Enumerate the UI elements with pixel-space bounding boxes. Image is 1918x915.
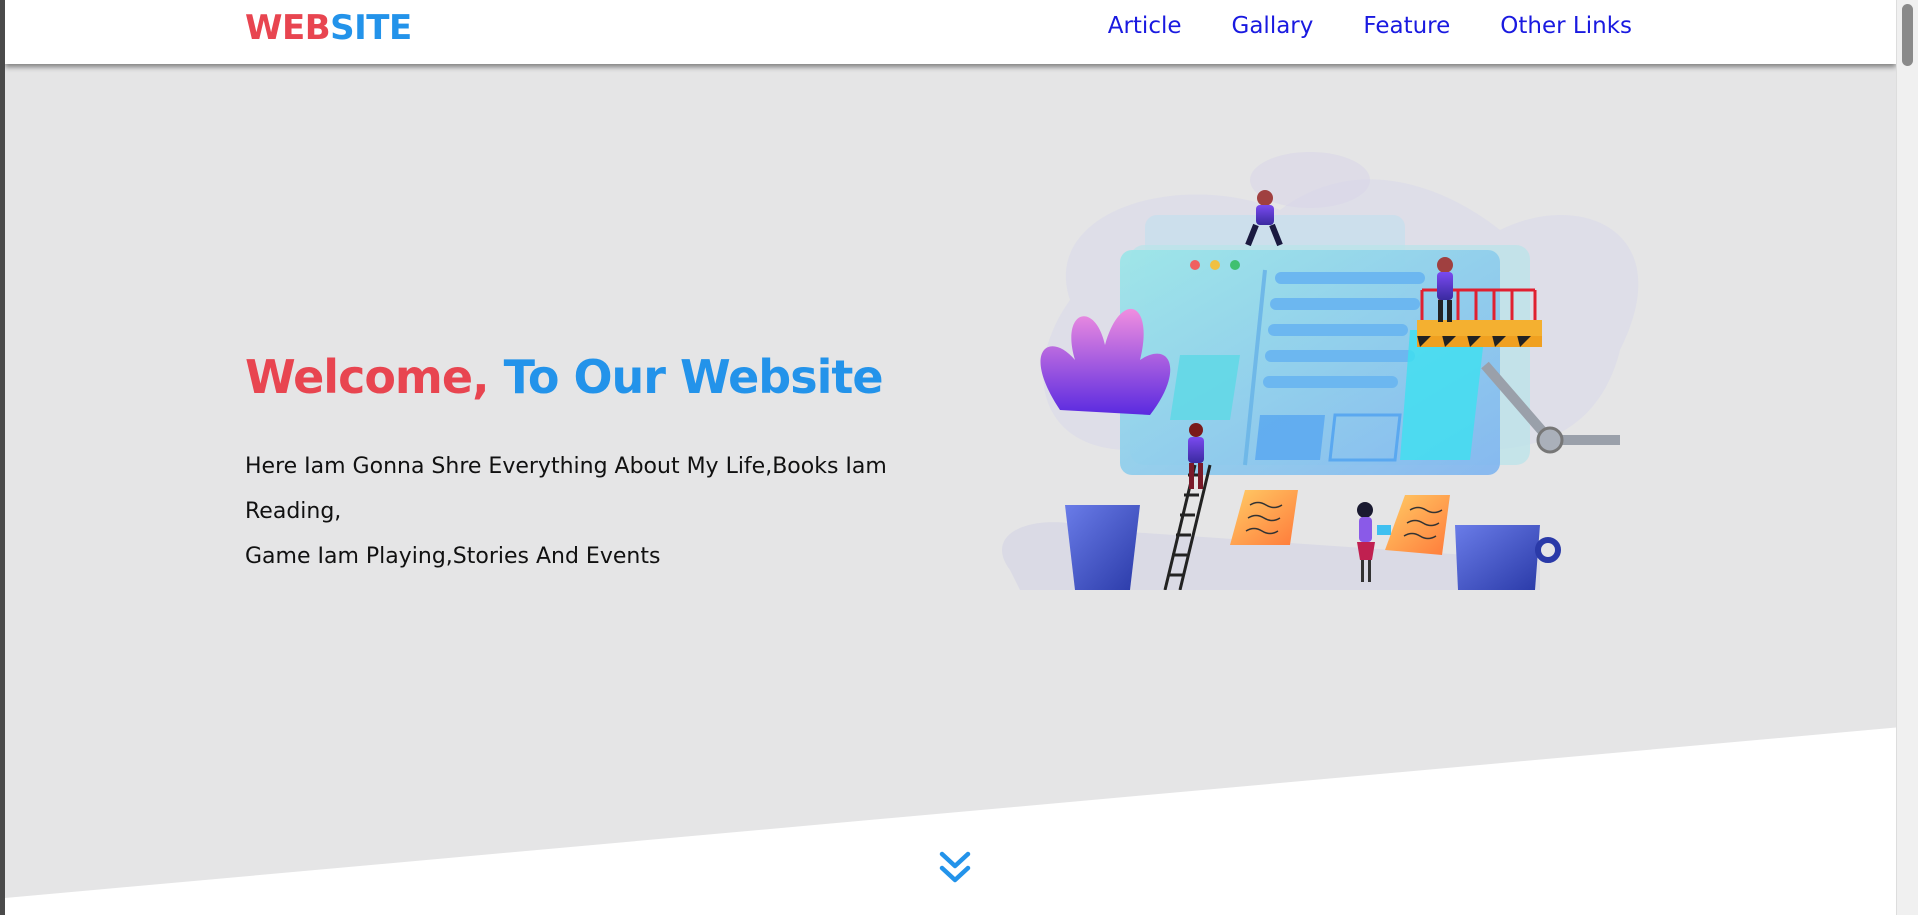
double-chevron-down-icon[interactable] [937,848,973,888]
hero-title-website: To Our Website [503,350,884,404]
hero-description-line-2: Game Iam Playing,Stories And Events [245,544,661,569]
nav-link-other-links[interactable]: Other Links [1500,13,1632,39]
hero-description: Here Iam Gonna Shre Everything About My … [245,444,975,579]
logo-part-site: SITE [330,8,412,48]
hero-title-welcome: Welcome, [245,350,490,404]
logo-part-web: WEB [245,8,331,48]
hero-description-line-1: Here Iam Gonna Shre Everything About My … [245,454,887,524]
main-nav: Article Gallary Feature Other Links [1108,13,1632,39]
page: WEBSITE Article Gallary Feature Other Li… [0,0,1896,915]
site-header: WEBSITE Article Gallary Feature Other Li… [5,0,1896,64]
hero-title: Welcome, To Our Website [245,350,884,404]
logo[interactable]: WEBSITE [245,8,412,48]
scrollbar-thumb[interactable] [1902,4,1913,66]
vertical-scrollbar[interactable] [1896,0,1918,915]
nav-link-gallary[interactable]: Gallary [1232,13,1314,39]
nav-link-article[interactable]: Article [1108,13,1182,39]
hero-illustration [1002,152,1639,590]
nav-link-feature[interactable]: Feature [1363,13,1450,39]
